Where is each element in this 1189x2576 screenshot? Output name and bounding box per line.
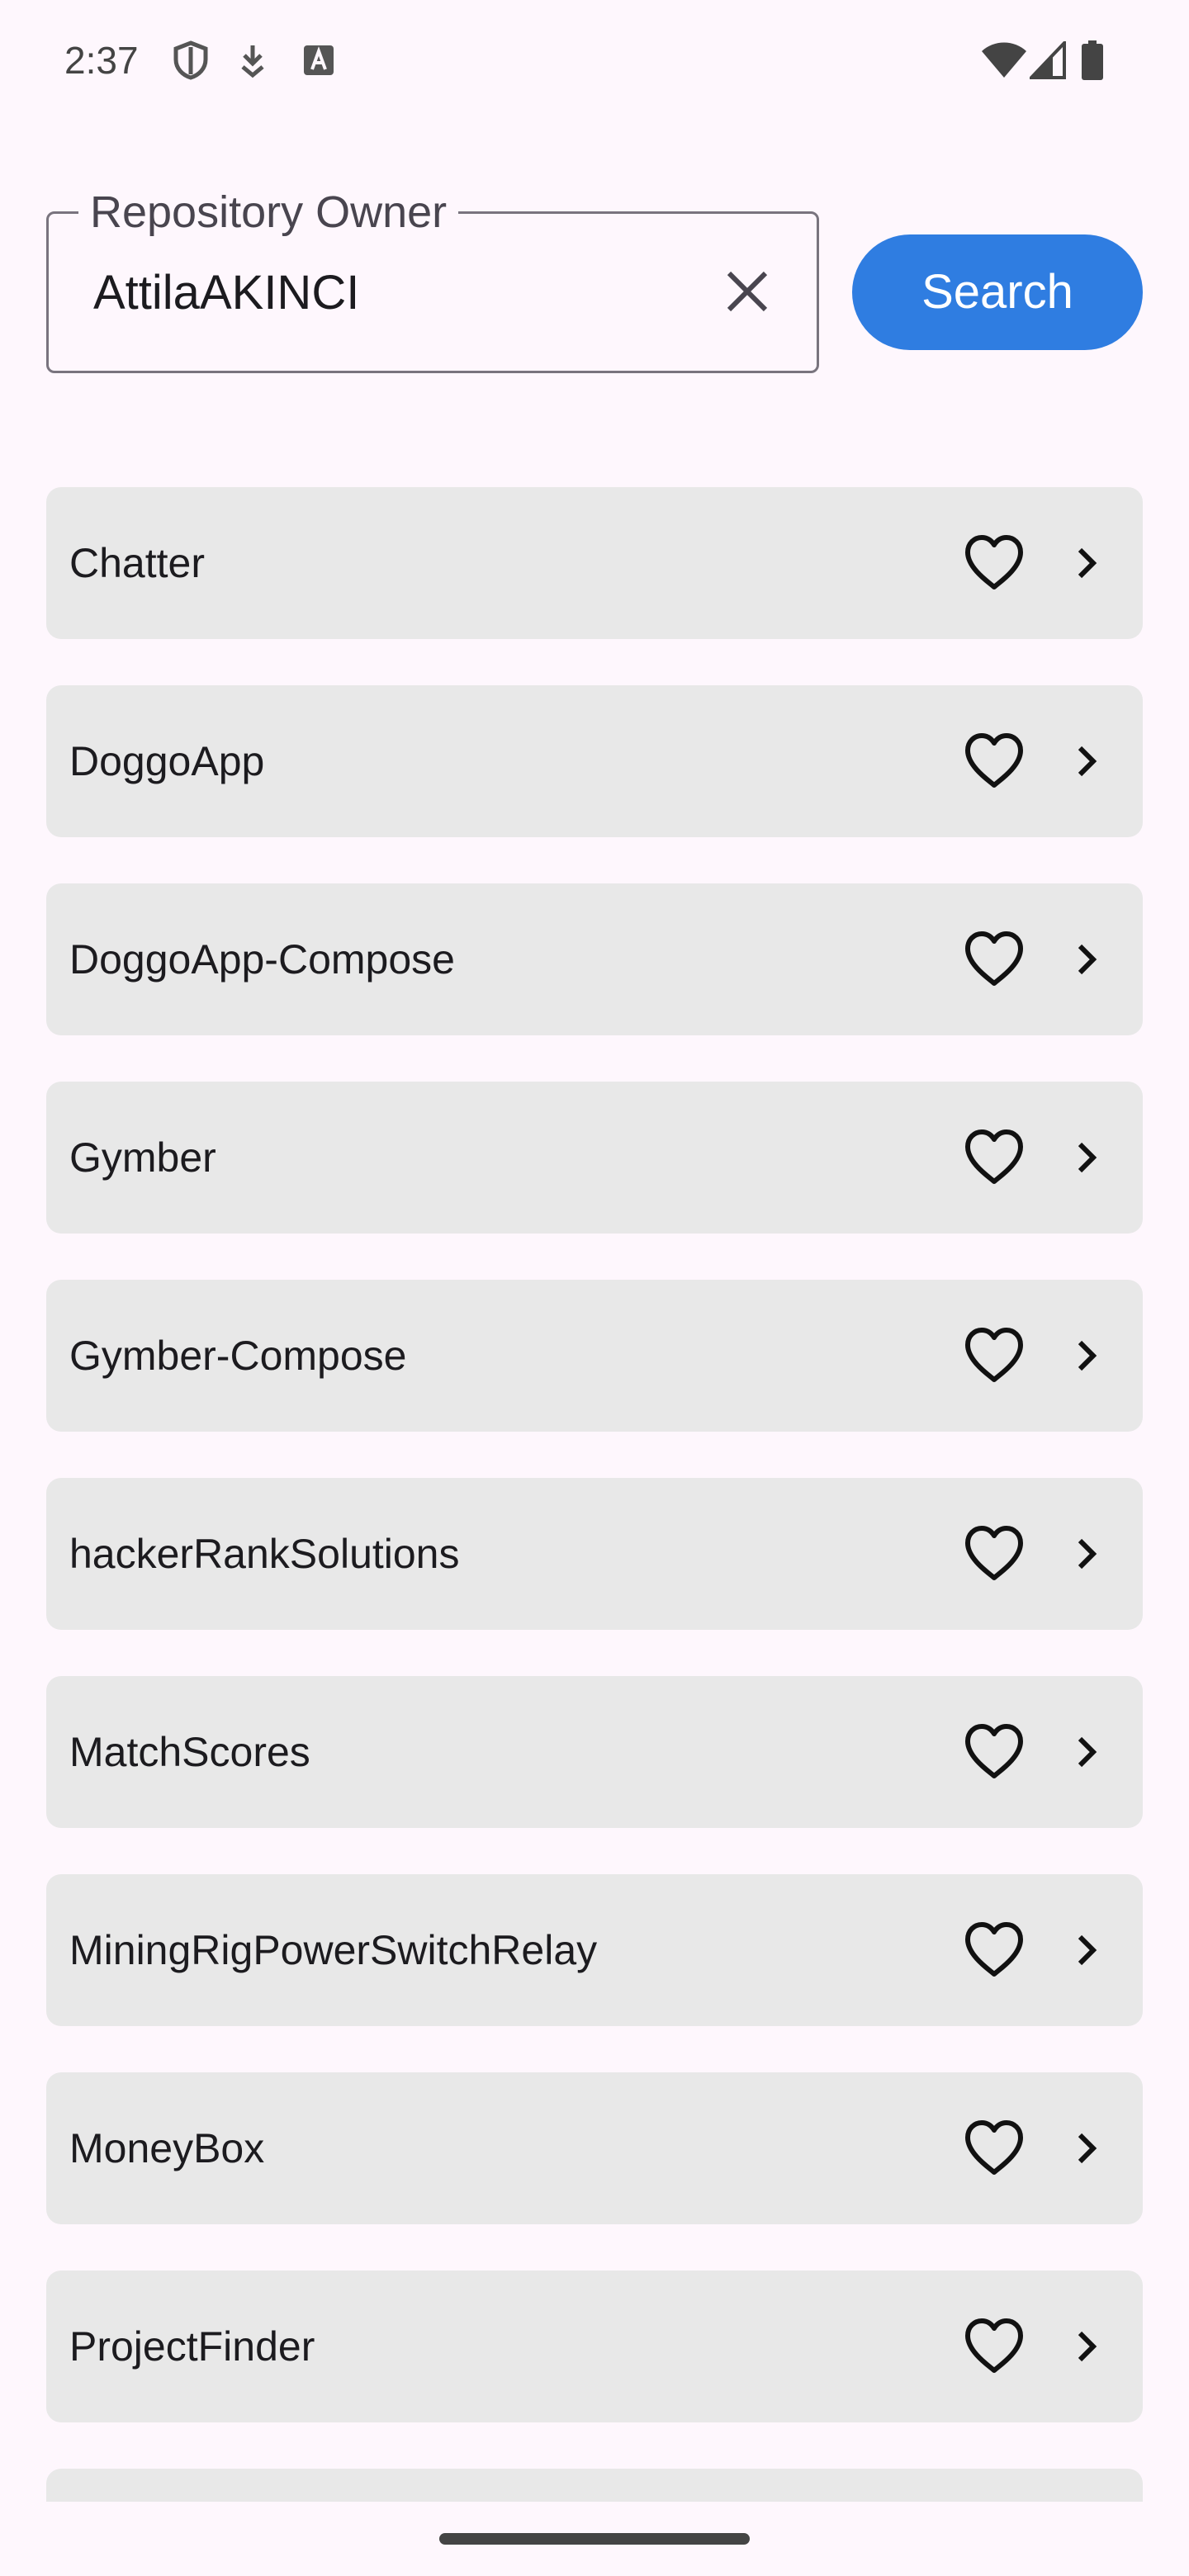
- repository-list-item[interactable]: DoggoApp: [46, 685, 1143, 837]
- repository-owner-field[interactable]: Repository Owner: [46, 186, 819, 373]
- favorite-button[interactable]: [955, 1118, 1034, 1197]
- repository-list-item[interactable]: MoneyBox: [46, 2072, 1143, 2224]
- shield-icon: [170, 38, 211, 83]
- battery-icon: [1078, 38, 1106, 83]
- chevron-right-icon: [1057, 1722, 1116, 1782]
- repository-list-item[interactable]: Chatter: [46, 487, 1143, 639]
- heart-outline-icon: [965, 1724, 1023, 1778]
- favorite-button[interactable]: [955, 2307, 1034, 2386]
- repository-name: DoggoApp-Compose: [69, 936, 455, 983]
- signal-icon: [1029, 38, 1067, 83]
- repository-owner-input[interactable]: [93, 214, 704, 371]
- repository-list-item[interactable]: ProjectFinder: [46, 2271, 1143, 2422]
- heart-outline-icon: [965, 1922, 1023, 1977]
- heart-outline-icon: [965, 733, 1023, 788]
- repository-name: Gymber: [69, 1134, 216, 1181]
- heart-outline-icon: [965, 1129, 1023, 1184]
- chevron-right-icon: [1057, 930, 1116, 989]
- favorite-button[interactable]: [955, 920, 1034, 999]
- heart-outline-icon: [965, 931, 1023, 986]
- favorite-button[interactable]: [955, 1316, 1034, 1395]
- chevron-right-icon: [1057, 1128, 1116, 1187]
- repository-name: ProjectFinder: [69, 2323, 315, 2370]
- chevron-right-icon: [1057, 2317, 1116, 2376]
- download-icon: [236, 38, 269, 83]
- favorite-button[interactable]: [955, 2109, 1034, 2188]
- search-button[interactable]: Search: [852, 234, 1143, 350]
- repository-search-screen: 2:37 Repository Owner AttilaAKINCI Searc…: [0, 0, 1189, 2576]
- keyboard-a-icon: [301, 38, 337, 83]
- heart-outline-icon: [965, 535, 1023, 590]
- favorite-button[interactable]: [955, 722, 1034, 801]
- chevron-right-icon: [1057, 2119, 1116, 2178]
- repository-list-item[interactable]: hackerRankSolutions: [46, 1478, 1143, 1630]
- repository-list-item[interactable]: [46, 2469, 1143, 2502]
- repository-name: Chatter: [69, 540, 205, 586]
- repository-name: MiningRigPowerSwitchRelay: [69, 1927, 598, 1973]
- status-time: 2:37: [64, 39, 139, 82]
- chevron-right-icon: [1057, 1524, 1116, 1584]
- repository-list-item[interactable]: MiningRigPowerSwitchRelay: [46, 1874, 1143, 2026]
- heart-outline-icon: [965, 2318, 1023, 2373]
- repository-name: DoggoApp: [69, 738, 265, 784]
- repository-list-item[interactable]: Gymber-Compose: [46, 1280, 1143, 1432]
- favorite-button[interactable]: [955, 1514, 1034, 1593]
- heart-outline-icon: [965, 1526, 1023, 1580]
- repository-list-item[interactable]: MatchScores: [46, 1676, 1143, 1828]
- repository-list-item[interactable]: Gymber: [46, 1082, 1143, 1234]
- home-indicator[interactable]: [439, 2533, 750, 2545]
- repository-name: Gymber-Compose: [69, 1333, 407, 1379]
- repository-name: hackerRankSolutions: [69, 1531, 460, 1577]
- favorite-button[interactable]: [955, 523, 1034, 603]
- repository-name: MatchScores: [69, 1729, 310, 1775]
- chevron-right-icon: [1057, 533, 1116, 593]
- chevron-right-icon: [1057, 1920, 1116, 1980]
- close-icon: [727, 271, 768, 312]
- repository-list: Chatter DoggoApp DoggoApp-Compose Gymber Gym…: [46, 487, 1143, 2502]
- heart-outline-icon: [965, 1328, 1023, 1382]
- chevron-right-icon: [1057, 1326, 1116, 1385]
- favorite-button[interactable]: [955, 1712, 1034, 1792]
- favorite-button[interactable]: [955, 1911, 1034, 1990]
- status-bar: 2:37: [0, 0, 1189, 116]
- wifi-icon: [979, 38, 1029, 83]
- heart-outline-icon: [965, 2120, 1023, 2175]
- chevron-right-icon: [1057, 732, 1116, 791]
- repository-list-item[interactable]: DoggoApp-Compose: [46, 883, 1143, 1035]
- clear-button[interactable]: [711, 255, 784, 328]
- repository-name: MoneyBox: [69, 2125, 265, 2171]
